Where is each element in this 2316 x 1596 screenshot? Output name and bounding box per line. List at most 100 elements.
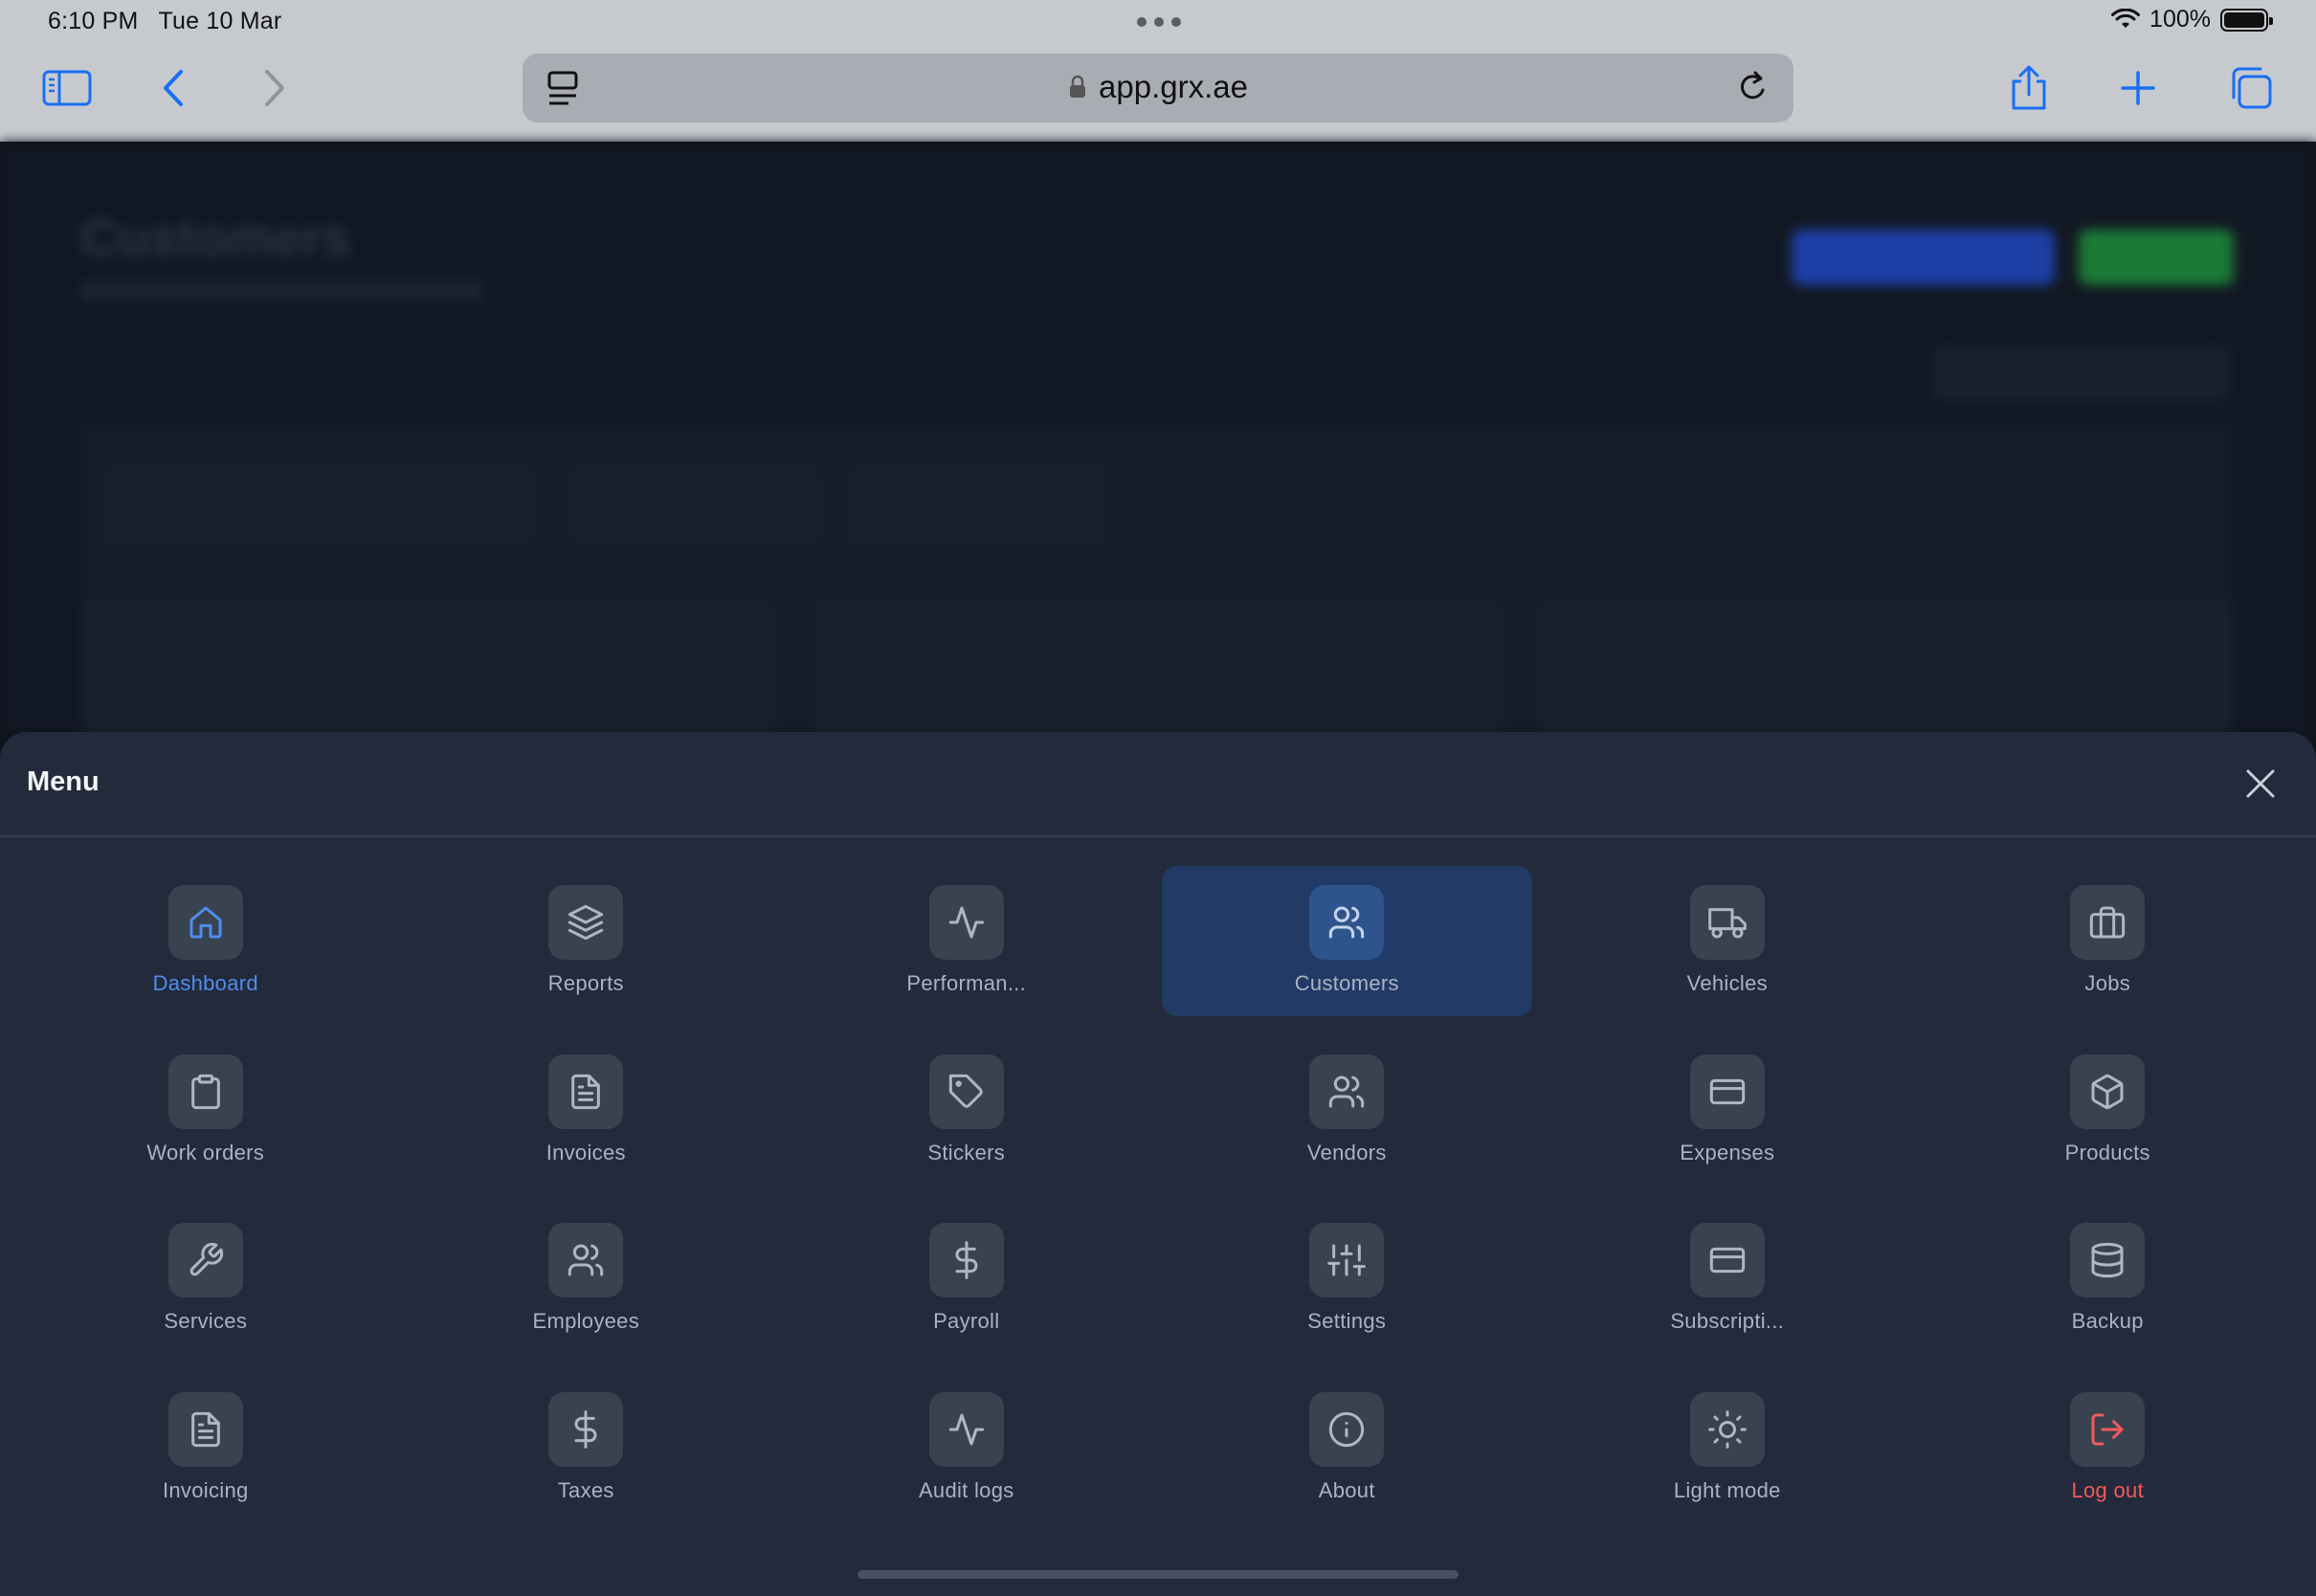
- menu-item-label: Taxes: [557, 1477, 614, 1502]
- background-field: [570, 467, 819, 543]
- menu-item-label: Payroll: [933, 1309, 1000, 1333]
- status-right: 100%: [2111, 6, 2273, 33]
- menu-item-work-orders[interactable]: Work orders: [20, 1035, 391, 1186]
- menu-item-label: Expenses: [1680, 1140, 1775, 1164]
- info-icon: [1329, 1411, 1365, 1447]
- background-card: [86, 601, 775, 735]
- menu-item-invoices[interactable]: Invoices: [401, 1035, 772, 1186]
- tag-icon: [948, 1074, 983, 1108]
- menu-item-label: Settings: [1307, 1309, 1387, 1333]
- wrench-icon: [189, 1242, 223, 1276]
- menu-item-label: Products: [2064, 1140, 2150, 1164]
- menu-grid: Dashboard Reports Performan... Customers…: [0, 866, 2316, 1541]
- forward-button[interactable]: [245, 59, 302, 117]
- menu-sheet: Menu Dashboard Reports Performan... Cust…: [0, 732, 2316, 1596]
- background-primary-button: [1792, 230, 2055, 285]
- menu-item-label: Invoicing: [162, 1477, 249, 1502]
- tabs-overview-button[interactable]: [2222, 59, 2280, 117]
- menu-item-jobs[interactable]: Jobs: [1923, 866, 2294, 1016]
- menu-item-performance[interactable]: Performan...: [781, 866, 1152, 1016]
- background-card: [1541, 601, 2230, 735]
- multitasking-dots[interactable]: [1137, 17, 1181, 27]
- background-field: [848, 467, 1106, 543]
- menu-item-employees[interactable]: Employees: [401, 1204, 772, 1354]
- browser-chrome: 6:10 PM Tue 10 Mar 100% app.grx.ae: [0, 0, 2316, 142]
- users-icon: [1329, 1075, 1365, 1107]
- chevron-right-icon: [265, 70, 284, 106]
- menu-item-label: Customers: [1294, 971, 1399, 995]
- menu-item-vehicles[interactable]: Vehicles: [1542, 866, 1913, 1016]
- menu-item-label: Work orders: [146, 1140, 265, 1164]
- menu-item-settings[interactable]: Settings: [1162, 1204, 1533, 1354]
- menu-item-products[interactable]: Products: [1923, 1035, 2294, 1186]
- menu-item-label: Log out: [2071, 1477, 2144, 1502]
- background-card: [813, 601, 1503, 735]
- back-button[interactable]: [145, 59, 203, 117]
- url-display: app.grx.ae: [523, 69, 1793, 105]
- close-menu-button[interactable]: [2232, 755, 2289, 812]
- file-text-icon: [190, 1411, 220, 1447]
- menu-item-backup[interactable]: Backup: [1923, 1204, 2294, 1354]
- plus-icon: [2121, 71, 2155, 105]
- menu-item-label: Invoices: [546, 1140, 626, 1164]
- file-text-icon: [571, 1074, 601, 1109]
- menu-item-label: About: [1318, 1477, 1375, 1502]
- menu-item-label: Reports: [547, 971, 624, 995]
- menu-item-light-mode[interactable]: Light mode: [1542, 1373, 1913, 1523]
- truck-icon: [1707, 908, 1747, 939]
- battery-icon: [2220, 8, 2273, 32]
- dollar-icon: [955, 1241, 978, 1279]
- menu-title: Menu: [27, 766, 100, 797]
- sidebar-toggle-button[interactable]: [38, 59, 96, 117]
- address-bar[interactable]: app.grx.ae: [523, 54, 1793, 122]
- menu-item-dashboard[interactable]: Dashboard: [20, 866, 391, 1016]
- database-icon: [2091, 1242, 2124, 1278]
- users-icon: [568, 1244, 604, 1276]
- menu-item-subscription[interactable]: Subscripti...: [1542, 1204, 1913, 1354]
- menu-item-label: Performan...: [906, 971, 1027, 995]
- menu-item-expenses[interactable]: Expenses: [1542, 1035, 1913, 1186]
- menu-item-audit-logs[interactable]: Audit logs: [781, 1373, 1152, 1523]
- sliders-icon: [1327, 1244, 1367, 1276]
- battery-percent: 100%: [2149, 6, 2211, 33]
- home-indicator[interactable]: [857, 1570, 1459, 1579]
- background-field: [103, 467, 534, 543]
- menu-header: Menu: [0, 732, 2316, 837]
- new-tab-button[interactable]: [2109, 59, 2167, 117]
- background-page-title: Customers: [80, 210, 351, 267]
- menu-item-about[interactable]: About: [1162, 1373, 1533, 1523]
- reload-icon: [1740, 71, 1765, 100]
- credit-card-icon: [1709, 1247, 1745, 1274]
- menu-item-log-out[interactable]: Log out: [1923, 1373, 2294, 1523]
- background-success-button: [2079, 230, 2234, 285]
- menu-item-taxes[interactable]: Taxes: [401, 1373, 772, 1523]
- sidebar-icon: [42, 70, 92, 106]
- sun-icon: [1707, 1409, 1747, 1449]
- menu-item-customers[interactable]: Customers: [1161, 866, 1532, 1016]
- home-icon: [189, 906, 222, 939]
- menu-item-label: Subscripti...: [1670, 1309, 1785, 1333]
- menu-item-stickers[interactable]: Stickers: [781, 1035, 1152, 1186]
- share-icon: [2012, 65, 2046, 110]
- menu-item-label: Employees: [532, 1309, 640, 1333]
- share-button[interactable]: [2000, 59, 2058, 117]
- menu-item-label: Stickers: [927, 1140, 1006, 1164]
- menu-item-invoicing[interactable]: Invoicing: [20, 1373, 391, 1523]
- wifi-icon: [2111, 8, 2141, 28]
- tabs-icon: [2232, 67, 2272, 109]
- reload-button[interactable]: [1734, 67, 1772, 114]
- menu-item-label: Audit logs: [918, 1477, 1014, 1502]
- menu-item-services[interactable]: Services: [20, 1204, 391, 1354]
- background-page: Customers: [0, 142, 2316, 735]
- menu-item-payroll[interactable]: Payroll: [781, 1204, 1152, 1354]
- menu-item-label: Dashboard: [152, 971, 258, 995]
- menu-item-label: Light mode: [1673, 1477, 1781, 1502]
- menu-item-reports[interactable]: Reports: [401, 866, 772, 1016]
- log-out-icon: [2091, 1413, 2124, 1445]
- briefcase-icon: [2090, 906, 2126, 939]
- menu-item-label: Vehicles: [1686, 971, 1768, 995]
- layers-icon: [568, 904, 604, 941]
- menu-item-vendors[interactable]: Vendors: [1162, 1035, 1533, 1186]
- menu-item-label: Jobs: [2084, 971, 2131, 995]
- status-time: 6:10 PM Tue 10 Mar: [48, 8, 282, 34]
